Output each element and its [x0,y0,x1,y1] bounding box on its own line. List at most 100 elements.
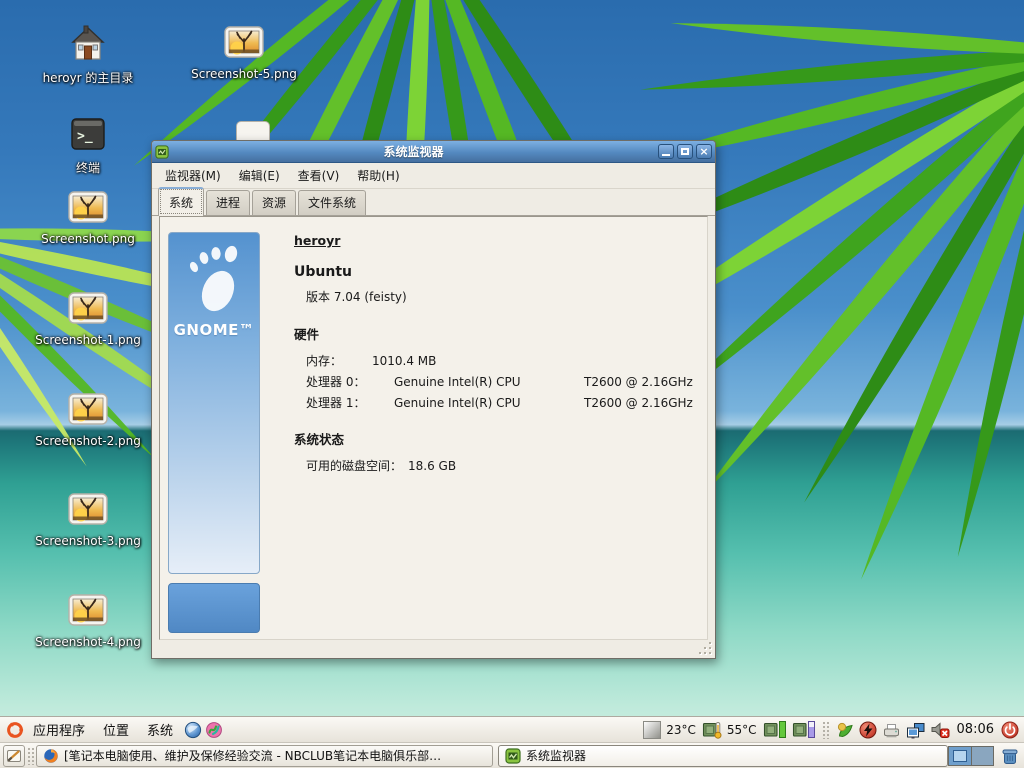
window-statusbar [152,637,715,658]
shutdown-button-icon[interactable] [1001,721,1019,739]
desktop-icon-screenshot-1[interactable]: Screenshot-1.png [23,286,153,347]
cpu1-model: Genuine Intel(R) CPU [394,393,584,414]
minimize-icon [662,154,670,156]
ubuntu-menu-icon[interactable] [6,721,24,739]
gnome-panel-top: 应用程序 位置 系统 23°C 55°C [0,716,1024,742]
memory-label: 内存： [306,351,372,372]
desktop-icon-screenshot-2[interactable]: Screenshot-2.png [23,387,153,448]
home-folder-icon [66,22,110,66]
desktop-icon-screenshot-3[interactable]: Screenshot-3.png [23,487,153,548]
image-file-icon [222,20,266,64]
browser-launcher-icon[interactable] [184,721,202,739]
memory-row: 内存： 1010.4 MB [306,351,699,372]
clock[interactable]: 08:06 [955,722,996,737]
trash-applet-icon[interactable] [1000,746,1020,766]
cpu1-spec: T2600 @ 2.16GHz [584,393,693,414]
tray-drag-handle[interactable] [822,721,829,739]
minimize-button[interactable] [658,144,674,159]
show-desktop-button[interactable] [3,745,25,767]
cpu0-model: Genuine Intel(R) CPU [394,372,584,393]
taskbar-drag-handle[interactable] [27,747,34,765]
network-monitors-icon[interactable] [905,721,925,739]
close-icon: × [699,146,708,157]
cpu1-label: 处理器 1： [306,393,394,414]
disk-label: 可用的磁盘空间： [306,456,402,477]
workspace-2[interactable] [971,747,994,765]
workspace-1[interactable] [949,747,971,765]
show-desktop-icon [5,747,23,765]
image-file-icon [66,387,110,431]
system-tab-content: GNOME™ heroyr Ubuntu 版本 7.04 (feisty) 硬件… [159,216,708,640]
desktop-icon-label: Screenshot-2.png [35,434,141,448]
app-launcher-icon[interactable] [205,721,223,739]
desktop-icon-screenshot-5[interactable]: Screenshot-5.png [179,20,309,81]
disk-value: 18.6 GB [408,456,456,477]
tab-processes[interactable]: 进程 [206,190,250,215]
gnome-banner: GNOME™ [168,232,260,574]
resize-grip[interactable] [699,642,711,654]
system-status-heading: 系统状态 [294,429,699,448]
terminal-icon [66,112,110,156]
disk-row: 可用的磁盘空间： 18.6 GB [306,456,699,477]
distro-name: Ubuntu [294,264,699,280]
cpu0-row: 处理器 0： Genuine Intel(R) CPU T2600 @ 2.16… [306,372,699,393]
desktop-icon-screenshot[interactable]: Screenshot.png [23,185,153,246]
menu-view[interactable]: 查看(V) [289,164,349,187]
system-info: heroyr Ubuntu 版本 7.04 (feisty) 硬件 内存： 10… [294,233,699,477]
volume-muted-icon[interactable] [930,721,950,739]
task-title: 系统监视器 [526,747,586,764]
desktop-icon-label: Screenshot-3.png [35,534,141,548]
firefox-icon [43,748,59,764]
gnome-brand-text: GNOME™ [174,321,255,339]
cpu-meter-icon[interactable] [762,721,786,739]
desktop: >_ [0,0,1024,768]
close-button[interactable]: × [696,144,712,159]
gnome-banner-footer [168,583,260,633]
menu-edit[interactable]: 编辑(E) [230,164,289,187]
gnome-foot-logo [182,245,246,319]
system-tray: 23°C 55°C 08:06 [643,721,1024,739]
desktop-icon-label: Screenshot-5.png [191,67,297,81]
distro-release: 版本 7.04 (feisty) [306,288,699,305]
memory-value: 1010.4 MB [372,351,436,372]
window-titlebar[interactable]: 系统监视器 × [152,141,715,163]
temp-ambient: 23°C [666,723,696,737]
image-file-icon [66,588,110,632]
maximize-button[interactable] [677,144,693,159]
cpu0-spec: T2600 @ 2.16GHz [584,372,693,393]
tab-filesystems[interactable]: 文件系统 [298,190,366,215]
printer-icon[interactable] [882,721,900,739]
system-monitor-icon [505,748,521,764]
task-title: [笔记本电脑使用、维护及保修经验交流 - NBCLUB笔记本电脑俱乐部… [64,747,441,764]
temp-cpu: 55°C [727,723,757,737]
workspace-switcher[interactable] [948,746,994,766]
desktop-icon-label: heroyr 的主目录 [43,69,134,86]
task-button-system-monitor[interactable]: 系统监视器 [498,745,948,767]
menu-places[interactable]: 位置 [94,717,138,742]
update-notifier-icon[interactable] [836,721,854,739]
window-title: 系统监视器 [173,143,654,160]
cpu0-label: 处理器 0： [306,372,394,393]
menu-system[interactable]: 系统 [138,717,182,742]
tab-system[interactable]: 系统 [158,187,204,216]
menu-help[interactable]: 帮助(H) [348,164,408,187]
system-monitor-window: 系统监视器 × 监视器(M) 编辑(E) 查看(V) 帮助(H) 系统 进程 资… [151,140,716,659]
image-file-icon [66,487,110,531]
power-warning-icon[interactable] [859,721,877,739]
desktop-icon-home[interactable]: heroyr 的主目录 [23,22,153,86]
memory-meter-icon[interactable] [791,721,815,739]
gnome-panel-bottom: [笔记本电脑使用、维护及保修经验交流 - NBCLUB笔记本电脑俱乐部… 系统监… [0,742,1024,768]
maximize-icon [681,148,689,155]
menu-monitor[interactable]: 监视器(M) [156,164,230,187]
sensor-chip-thermometer-icon[interactable] [701,721,722,739]
tab-resources[interactable]: 资源 [252,190,296,215]
desktop-icon-screenshot-4[interactable]: Screenshot-4.png [23,588,153,649]
desktop-icon-terminal[interactable]: 终端 [23,112,153,176]
desktop-icon-label: Screenshot-1.png [35,333,141,347]
desktop-icon-label: Screenshot.png [41,232,135,246]
cpufreq-applet[interactable] [643,721,661,739]
task-button-firefox[interactable]: [笔记本电脑使用、维护及保修经验交流 - NBCLUB笔记本电脑俱乐部… [36,745,493,767]
hostname[interactable]: heroyr [294,233,699,248]
menu-applications[interactable]: 应用程序 [24,717,94,742]
desktop-icon-label: 终端 [76,159,100,176]
